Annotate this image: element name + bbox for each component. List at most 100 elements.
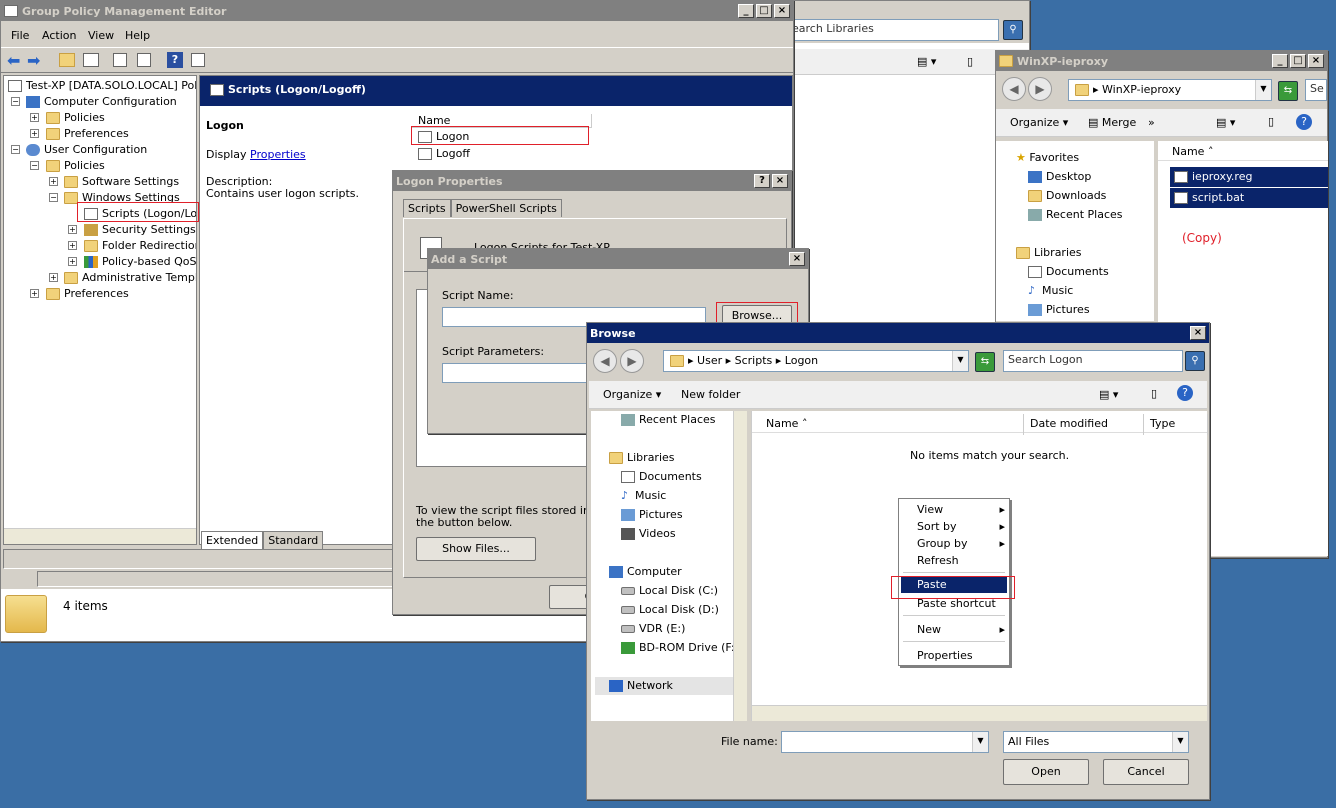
chevron-down-icon[interactable]: ▼	[952, 351, 968, 371]
tab-powershell-scripts[interactable]: PowerShell Scripts	[450, 199, 562, 217]
nav-computer[interactable]: Computer	[609, 565, 682, 578]
libraries-search[interactable]: earch Libraries	[787, 19, 999, 41]
view-options-icon[interactable]: ▤ ▾	[1216, 116, 1235, 129]
help-icon[interactable]: ?	[167, 52, 183, 68]
tree-policy-qos[interactable]: Policy-based QoS	[84, 255, 196, 268]
show-tree-icon[interactable]	[83, 53, 99, 67]
close-button[interactable]: ×	[789, 252, 805, 266]
new-folder-button[interactable]: New folder	[681, 388, 740, 401]
nav-music[interactable]: ♪ Music	[621, 489, 666, 502]
nav-scrollbar[interactable]	[733, 411, 747, 721]
menu-item-refresh[interactable]: Refresh	[917, 554, 959, 567]
menu-item-group-by[interactable]: Group by ▸	[917, 537, 1005, 550]
list-item-logoff[interactable]: Logoff	[418, 147, 470, 160]
refresh-icon[interactable]: ⇆	[975, 352, 995, 372]
file-ieproxy-reg[interactable]: ieproxy.reg	[1170, 167, 1328, 187]
maximize-button[interactable]: □	[1290, 54, 1306, 68]
menu-action[interactable]: Action	[42, 29, 76, 42]
nav-recent-places[interactable]: Recent Places	[621, 413, 716, 426]
properties-link[interactable]: Properties	[250, 148, 306, 161]
expand-icon[interactable]: +	[30, 129, 39, 138]
close-button[interactable]: ×	[1190, 326, 1206, 340]
file-type-select[interactable]: All Files ▼	[1003, 731, 1189, 753]
search-icon[interactable]: ⚲	[1003, 20, 1023, 40]
forward-button[interactable]: ▶	[620, 349, 644, 373]
address-bar[interactable]: ▸ WinXP-ieproxy ▼	[1068, 79, 1272, 101]
nav-documents[interactable]: Documents	[1028, 265, 1109, 278]
help-icon[interactable]: ?	[1296, 114, 1312, 130]
column-header-name[interactable]: Name ˄	[1158, 141, 1328, 161]
expand-icon[interactable]: +	[49, 273, 58, 282]
cancel-button[interactable]: Cancel	[1103, 759, 1189, 785]
help-button[interactable]: ?	[754, 174, 770, 188]
open-button[interactable]: Open	[1003, 759, 1089, 785]
tab-standard[interactable]: Standard	[263, 531, 324, 549]
nav-pictures[interactable]: Pictures	[1028, 303, 1090, 316]
expand-icon[interactable]: +	[49, 177, 58, 186]
minimize-button[interactable]: _	[1272, 54, 1288, 68]
file-list-scrollbar[interactable]	[752, 705, 1207, 721]
help-icon[interactable]: ?	[1177, 385, 1193, 401]
nav-videos[interactable]: Videos	[621, 527, 676, 540]
nav-libraries[interactable]: Libraries	[609, 451, 675, 464]
chevron-down-icon[interactable]: ▼	[972, 732, 988, 752]
menu-item-new[interactable]: New ▸	[917, 623, 1005, 636]
tab-scripts[interactable]: Scripts	[403, 199, 451, 217]
refresh-icon[interactable]: ⇆	[1278, 81, 1298, 101]
tree-admin-templates[interactable]: Administrative Templat	[64, 271, 196, 284]
back-button[interactable]: ◀	[1002, 77, 1026, 101]
menu-item-properties[interactable]: Properties	[917, 649, 973, 662]
menu-view[interactable]: View	[88, 29, 114, 42]
preview-pane-icon[interactable]: ▯	[1268, 115, 1274, 128]
tree-user-preferences[interactable]: Preferences	[46, 287, 129, 300]
nav-desktop[interactable]: Desktop	[1028, 170, 1091, 183]
nav-bd-rom-f[interactable]: BD-ROM Drive (F:)	[621, 641, 739, 654]
menu-file[interactable]: File	[11, 29, 29, 42]
file-script-bat[interactable]: script.bat	[1170, 188, 1328, 208]
tab-extended[interactable]: Extended	[201, 531, 264, 549]
nav-libraries[interactable]: Libraries	[1016, 246, 1082, 259]
crumb-scripts[interactable]: Scripts	[735, 354, 773, 367]
search-input[interactable]: Search Logon	[1003, 350, 1183, 372]
more-button[interactable]: »	[1148, 116, 1155, 129]
search-input[interactable]: Se	[1305, 79, 1327, 101]
close-button[interactable]: ×	[1308, 54, 1324, 68]
export-icon[interactable]	[137, 53, 151, 67]
collapse-icon[interactable]: −	[49, 193, 58, 202]
forward-button[interactable]: ▶	[1028, 77, 1052, 101]
collapse-icon[interactable]: −	[30, 161, 39, 170]
tree-computer-configuration[interactable]: Computer Configuration	[26, 95, 177, 108]
file-name-input[interactable]: ▼	[781, 731, 989, 753]
collapse-icon[interactable]: −	[11, 145, 20, 154]
nav-downloads[interactable]: Downloads	[1028, 189, 1106, 202]
expand-icon[interactable]: +	[68, 257, 77, 266]
tree-security-settings[interactable]: Security Settings	[84, 223, 196, 236]
action-pane-icon[interactable]	[191, 53, 205, 67]
tree-user-policies[interactable]: Policies	[46, 159, 105, 172]
column-header-name[interactable]: Name ˄	[752, 414, 1024, 435]
close-button[interactable]: ×	[774, 4, 790, 18]
show-files-button[interactable]: Show Files...	[416, 537, 536, 561]
tree-software-settings[interactable]: Software Settings	[64, 175, 179, 188]
search-icon[interactable]: ⚲	[1185, 351, 1205, 371]
back-icon[interactable]: ⬅	[7, 51, 20, 70]
tree-folder-redirection[interactable]: Folder Redirection	[84, 239, 196, 252]
minimize-button[interactable]: _	[738, 4, 754, 18]
organize-button[interactable]: Organize ▾	[603, 388, 661, 401]
crumb-user[interactable]: User	[697, 354, 722, 367]
tree-preferences[interactable]: Preferences	[46, 127, 129, 140]
nav-local-disk-d[interactable]: Local Disk (D:)	[621, 603, 719, 616]
nav-vdr-e[interactable]: VDR (E:)	[621, 622, 685, 635]
tree-scrollbar[interactable]	[4, 528, 196, 544]
nav-local-disk-c[interactable]: Local Disk (C:)	[621, 584, 718, 597]
maximize-button[interactable]: □	[756, 4, 772, 18]
expand-icon[interactable]: +	[30, 289, 39, 298]
tree-policies[interactable]: Policies	[46, 111, 105, 124]
preview-pane-icon[interactable]: ▯	[1151, 387, 1157, 400]
chevron-down-icon[interactable]: ▼	[1255, 80, 1271, 100]
properties-icon[interactable]	[113, 53, 127, 67]
nav-recent-places[interactable]: Recent Places	[1028, 208, 1123, 221]
view-options-icon[interactable]: ▤ ▾	[917, 55, 936, 68]
up-folder-icon[interactable]	[59, 53, 75, 67]
expand-icon[interactable]: +	[68, 241, 77, 250]
